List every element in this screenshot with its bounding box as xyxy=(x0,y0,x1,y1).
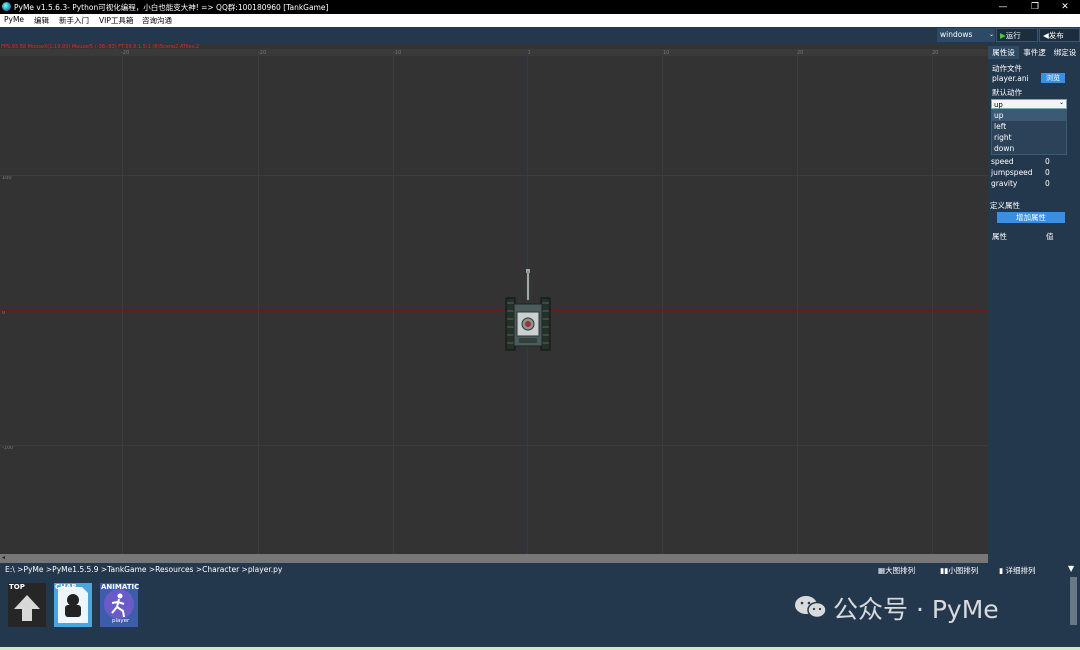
prop-name: gravity xyxy=(991,179,1018,188)
anim-file-value: player.ani xyxy=(992,74,1029,83)
title-bar: PyMe v1.5.6.3- Python可视化编程，小白也能变大神! => Q… xyxy=(0,0,1080,14)
view-small-label: 小图排列 xyxy=(948,566,979,575)
default-action-value: up xyxy=(994,101,1003,109)
status-line: FPS:93.58 MouseX(1.19,93) Mouse(5 (-38,-… xyxy=(1,44,200,50)
action-option-left[interactable]: left xyxy=(992,121,1066,132)
grid-line xyxy=(797,56,798,554)
file-tile-char[interactable]: CHAR player xyxy=(54,583,92,627)
grid-line xyxy=(393,56,394,554)
ruler-x-label: -20 xyxy=(258,50,267,56)
run-label: 运行 xyxy=(1005,31,1021,40)
prop-value[interactable]: 0 xyxy=(1045,157,1050,166)
browse-button[interactable]: 浏览 xyxy=(1041,73,1065,83)
watermark-text: 公众号 · PyMe xyxy=(833,595,999,624)
view-large-icons[interactable]: ▦大图排列 xyxy=(878,565,915,576)
view-small-icons[interactable]: ▮▮小图排列 xyxy=(940,565,978,576)
tile-label: ANIMATIC xyxy=(101,583,140,591)
grid-line xyxy=(258,56,259,554)
prop-name: jumpspeed xyxy=(991,168,1033,177)
run-button[interactable]: ▶运行 xyxy=(996,28,1038,42)
view-detail-label: 详细排列 xyxy=(1005,566,1036,575)
toolbar: windows ⌄ ▶运行 ◀发布 xyxy=(0,27,1080,44)
view-details[interactable]: ▮ 详细排列 xyxy=(999,565,1036,576)
menu-vip-tools[interactable]: VIP工具箱 xyxy=(99,15,133,26)
scene-canvas[interactable]: FPS:93.58 MouseX(1.19,93) Mouse(5 (-38,-… xyxy=(0,44,988,554)
close-button[interactable]: ✕ xyxy=(1050,0,1080,14)
prop-name: speed xyxy=(991,157,1014,166)
prop-value[interactable]: 0 xyxy=(1045,168,1050,177)
add-property-button[interactable]: 增加属性 xyxy=(997,212,1065,223)
action-dropdown-list: up left right down xyxy=(991,109,1067,155)
tab-event-logic[interactable]: 事件逻 xyxy=(1019,46,1050,59)
x-axis-line xyxy=(0,310,988,311)
restore-button[interactable]: ❐ xyxy=(1020,0,1050,14)
ruler-top xyxy=(0,49,988,56)
menu-pyme[interactable]: PyMe xyxy=(4,15,24,24)
folder-up-tile[interactable]: TOP xyxy=(8,583,46,627)
prop-value[interactable]: 0 xyxy=(1045,179,1050,188)
scroll-left-icon[interactable]: ◂ xyxy=(2,554,5,561)
tile-caption: player xyxy=(112,618,130,624)
ruler-x-label: -10 xyxy=(393,50,402,56)
menu-bar: PyMe 编辑 新手入门 VIP工具箱 咨询沟通 xyxy=(0,14,1080,27)
action-option-right[interactable]: right xyxy=(992,132,1066,143)
platform-select[interactable]: windows ⌄ xyxy=(937,28,995,42)
publish-button[interactable]: ◀发布 xyxy=(1039,28,1080,42)
chevron-down-icon: ⌄ xyxy=(988,31,994,38)
menu-consult[interactable]: 咨询沟通 xyxy=(142,15,172,26)
ruler-x-label: 10 xyxy=(663,50,670,56)
tab-binding[interactable]: 绑定设 xyxy=(1050,46,1080,59)
view-large-label: 大图排列 xyxy=(885,566,916,575)
tank-sprite[interactable] xyxy=(505,268,551,352)
property-panel: 属性设 事件逻 绑定设 动作文件 player.ani 浏览 默认动作 up ⌄… xyxy=(988,44,1080,563)
column-value: 值 xyxy=(1046,232,1054,241)
action-option-down[interactable]: down xyxy=(992,143,1066,154)
collapse-pane-icon[interactable]: ▼ xyxy=(1068,564,1074,573)
file-tile-animatic[interactable]: ANIMATIC player xyxy=(100,583,140,627)
resource-pane: E:\ >PyMe >PyMe1.5.5.9 >TankGame >Resour… xyxy=(0,563,1080,650)
tab-properties[interactable]: 属性设 xyxy=(988,46,1019,59)
grid-line xyxy=(932,56,933,554)
window-title: PyMe v1.5.6.3- Python可视化编程，小白也能变大神! => Q… xyxy=(14,3,329,12)
wechat-icon xyxy=(795,596,827,619)
grid-line xyxy=(0,445,988,446)
platform-select-value: windows xyxy=(940,30,973,39)
vertical-scrollbar[interactable] xyxy=(1070,577,1077,625)
menu-edit[interactable]: 编辑 xyxy=(34,15,49,26)
grid-line xyxy=(122,56,123,554)
grid-line xyxy=(662,56,663,554)
action-option-up[interactable]: up xyxy=(992,110,1066,121)
breadcrumb: E:\ >PyMe >PyMe1.5.5.9 >TankGame >Resour… xyxy=(5,565,283,574)
anim-file-label: 动作文件 xyxy=(992,64,1022,73)
default-action-select[interactable]: up ⌄ xyxy=(991,99,1067,109)
menu-getting-started[interactable]: 新手入门 xyxy=(59,15,89,26)
horizontal-scrollbar[interactable]: ◂ xyxy=(0,554,988,563)
minimize-button[interactable]: — xyxy=(988,0,1018,14)
custom-props-label: 定义属性 xyxy=(990,201,1020,210)
tile-caption: player xyxy=(66,618,84,624)
default-action-label: 默认动作 xyxy=(992,88,1022,97)
tile-label: TOP xyxy=(9,583,25,591)
column-attribute: 属性 xyxy=(992,232,1007,241)
grid-line xyxy=(0,175,988,176)
app-icon xyxy=(2,2,11,11)
watermark: 公众号 · PyMe xyxy=(795,590,999,626)
tile-label: CHAR xyxy=(55,583,77,591)
publish-label: 发布 xyxy=(1048,31,1064,40)
chevron-down-icon: ⌄ xyxy=(1058,99,1064,106)
